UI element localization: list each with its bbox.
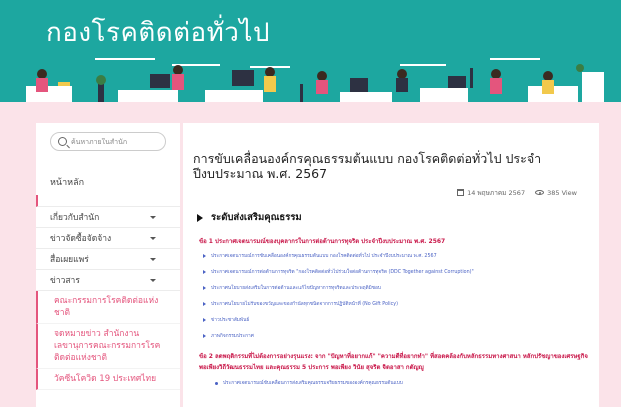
article-panel: การขับเคลื่อนองค์กรคุณธรรมต้นแบบ กองโรคต… <box>183 123 599 407</box>
nav-item-news[interactable]: ข่าวสาร <box>36 270 180 291</box>
sub-point-link[interactable]: ประกาศเจตนารมณ์ขับเคลื่อนการส่งเสริมคุณธ… <box>215 379 589 387</box>
date-text: 14 พฤษภาคม 2567 <box>467 189 526 197</box>
play-triangle-icon <box>197 213 203 222</box>
sidebar-link-covid-vaccine[interactable]: วัคซีนโควิด 19 ประเทศไทย <box>36 369 180 390</box>
document-link[interactable]: ประกาศเจตนารมณ์การต่อต้านการทุจริต "กองโ… <box>203 264 589 280</box>
eye-icon <box>535 190 545 195</box>
document-link[interactable]: ประกาศนโยบายไม่รับของขวัญและของกำนัลทุกช… <box>203 296 589 312</box>
document-link[interactable]: ประกาศนโยบายส่งเสริมในการต่อต้านและแก้ไข… <box>203 280 589 296</box>
document-link-label[interactable]: ข่าวประชาสัมพันธ์ <box>211 316 249 324</box>
nav-item-procurement[interactable]: ข่าวจัดซื้อจัดจ้าง <box>36 228 180 249</box>
document-link-label[interactable]: ประกาศนโยบายไม่รับของขวัญและของกำนัลทุกช… <box>211 300 398 308</box>
document-link-list: ประกาศเจตนารมณ์การขับเคลื่อนองค์กรคุณธรร… <box>193 248 589 344</box>
sidebar: หน้าหลัก เกี่ยวกับสำนัก ข่าวจัดซื้อจัดจ้… <box>36 123 180 407</box>
banner-illustration <box>26 58 604 102</box>
arrow-bullet-icon <box>203 318 206 322</box>
sidebar-submenu: คณะกรรมการโรคติดต่อแห่งชาติ จดหมายข่าว ส… <box>36 291 180 390</box>
sidebar-link-committee[interactable]: คณะกรรมการโรคติดต่อแห่งชาติ <box>36 291 180 324</box>
document-link-label[interactable]: ประกาศเจตนารมณ์การต่อต้านการทุจริต "กองโ… <box>211 268 474 276</box>
nav-item-about[interactable]: เกี่ยวกับสำนัก <box>36 207 180 228</box>
views-text: 385 View <box>547 189 577 197</box>
arrow-bullet-icon <box>203 286 206 290</box>
nav-item-label: เกี่ยวกับสำนัก <box>50 213 100 223</box>
point-1-title: ข้อ 1 ประกาศเจตนารมณ์ของบุคลากรในการต่อต… <box>199 238 446 245</box>
header-banner: กองโรคติดต่อทั่วไป <box>0 0 621 102</box>
site-title[interactable]: กองโรคติดต่อทั่วไป <box>46 12 270 53</box>
chevron-down-icon[interactable] <box>150 236 156 240</box>
arrow-bullet-icon <box>203 302 206 306</box>
document-link-label[interactable]: ภาพกิจกรรมประกาศ <box>211 332 254 340</box>
calendar-icon <box>457 189 465 196</box>
article-views: 385 View <box>535 189 577 197</box>
arrow-bullet-icon <box>203 334 206 338</box>
sub-point-label[interactable]: ประกาศเจตนารมณ์ขับเคลื่อนการส่งเสริมคุณธ… <box>223 379 403 387</box>
nav-home[interactable]: หน้าหลัก <box>50 175 84 189</box>
document-link-label[interactable]: ประกาศนโยบายส่งเสริมในการต่อต้านและแก้ไข… <box>211 284 381 292</box>
article-meta: 14 พฤษภาคม 2567 385 View <box>193 188 577 198</box>
point-2-title: ข้อ 2 ลดพฤติกรรมที่ไม่ต้องการอย่างรุนแรง… <box>199 353 588 371</box>
nav-list: เกี่ยวกับสำนัก ข่าวจัดซื้อจัดจ้าง สื่อเผ… <box>36 207 180 291</box>
document-link[interactable]: ประกาศเจตนารมณ์การขับเคลื่อนองค์กรคุณธรร… <box>203 248 589 264</box>
search-icon[interactable] <box>58 137 67 146</box>
document-link[interactable]: ภาพกิจกรรมประกาศ <box>203 328 589 344</box>
article-date: 14 พฤษภาคม 2567 <box>457 188 525 198</box>
section-heading-text: ระดับส่งเสริมคุณธรรม <box>211 212 302 223</box>
document-link[interactable]: ข่าวประชาสัมพันธ์ <box>203 312 589 328</box>
search-box[interactable] <box>50 132 166 151</box>
chevron-down-icon[interactable] <box>150 278 156 282</box>
search-input[interactable] <box>71 137 166 146</box>
section-heading: ระดับส่งเสริมคุณธรรม <box>193 210 589 225</box>
nav-divider <box>36 195 180 207</box>
arrow-bullet-icon <box>203 254 206 258</box>
arrow-bullet-icon <box>203 270 206 274</box>
sidebar-link-newsletter[interactable]: จดหมายข่าว สำนักงานเลขานุการคณะกรรมการโร… <box>36 324 180 369</box>
nav-item-label: ข่าวจัดซื้อจัดจ้าง <box>50 234 112 244</box>
nav-item-label: ข่าวสาร <box>50 276 80 286</box>
bullet-dot-icon <box>215 381 218 385</box>
nav-item-media[interactable]: สื่อเผยแพร่ <box>36 249 180 270</box>
nav-item-label: สื่อเผยแพร่ <box>50 255 89 265</box>
article-title: การขับเคลื่อนองค์กรคุณธรรมต้นแบบ กองโรคต… <box>193 151 542 181</box>
chevron-down-icon[interactable] <box>150 257 156 261</box>
chevron-down-icon[interactable] <box>150 215 156 219</box>
document-link-label[interactable]: ประกาศเจตนารมณ์การขับเคลื่อนองค์กรคุณธรร… <box>211 252 437 260</box>
